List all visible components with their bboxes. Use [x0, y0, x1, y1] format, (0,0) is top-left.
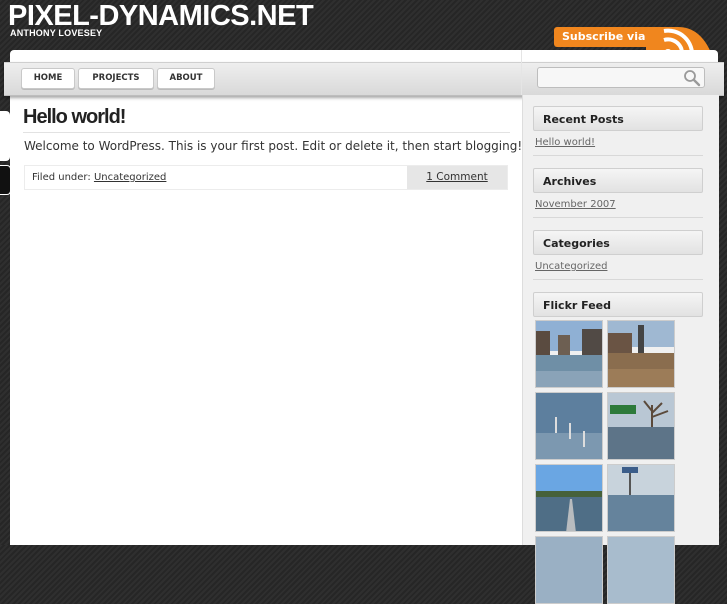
comments-link[interactable]: 1 Comment: [426, 171, 487, 183]
nav-projects[interactable]: PROJECTS: [78, 68, 154, 89]
nav-about[interactable]: ABOUT: [157, 68, 215, 89]
flickr-photo[interactable]: [535, 320, 603, 388]
flickr-photo[interactable]: [607, 392, 675, 460]
flickr-photo[interactable]: [535, 536, 603, 604]
widget-title-flickr: Flickr Feed: [533, 292, 703, 317]
post-filed-under: Filed under: Uncategorized: [32, 172, 166, 183]
widget-title-recent-posts: Recent Posts: [533, 106, 703, 131]
widget-rule: [533, 155, 703, 156]
widget-rule: [533, 217, 703, 218]
flickr-photo[interactable]: [535, 464, 603, 532]
side-tab-dark[interactable]: [0, 165, 11, 195]
widget-title-archives: Archives: [533, 168, 703, 193]
comments-box: 1 Comment: [407, 166, 507, 189]
flickr-photo[interactable]: [535, 392, 603, 460]
post-meta: Filed under: Uncategorized 1 Comment: [24, 165, 508, 190]
post-title-rule: [23, 132, 510, 133]
search-box[interactable]: [537, 67, 705, 88]
category-link[interactable]: Uncategorized: [535, 261, 607, 272]
post-title[interactable]: Hello world!: [23, 106, 126, 129]
flickr-photo[interactable]: [607, 464, 675, 532]
flickr-photo[interactable]: [607, 536, 675, 604]
widget-title-categories: Categories: [533, 230, 703, 255]
recent-post-link[interactable]: Hello world!: [535, 137, 595, 148]
site-subtitle: ANTHONY LOVESEY: [10, 28, 103, 38]
nav-home[interactable]: HOME: [21, 68, 75, 89]
filed-under-label: Filed under:: [32, 172, 91, 183]
search-icon[interactable]: [683, 69, 701, 91]
column-divider: [521, 50, 522, 95]
post-body: Welcome to WordPress. This is your first…: [24, 139, 523, 153]
search-input[interactable]: [538, 69, 686, 88]
archive-link[interactable]: November 2007: [535, 199, 616, 210]
widget-rule: [533, 279, 703, 280]
side-tab-light[interactable]: [0, 111, 10, 161]
main-navigation: HOME PROJECTS ABOUT: [4, 62, 724, 96]
flickr-photo[interactable]: [607, 320, 675, 388]
post-category-link[interactable]: Uncategorized: [94, 172, 166, 183]
